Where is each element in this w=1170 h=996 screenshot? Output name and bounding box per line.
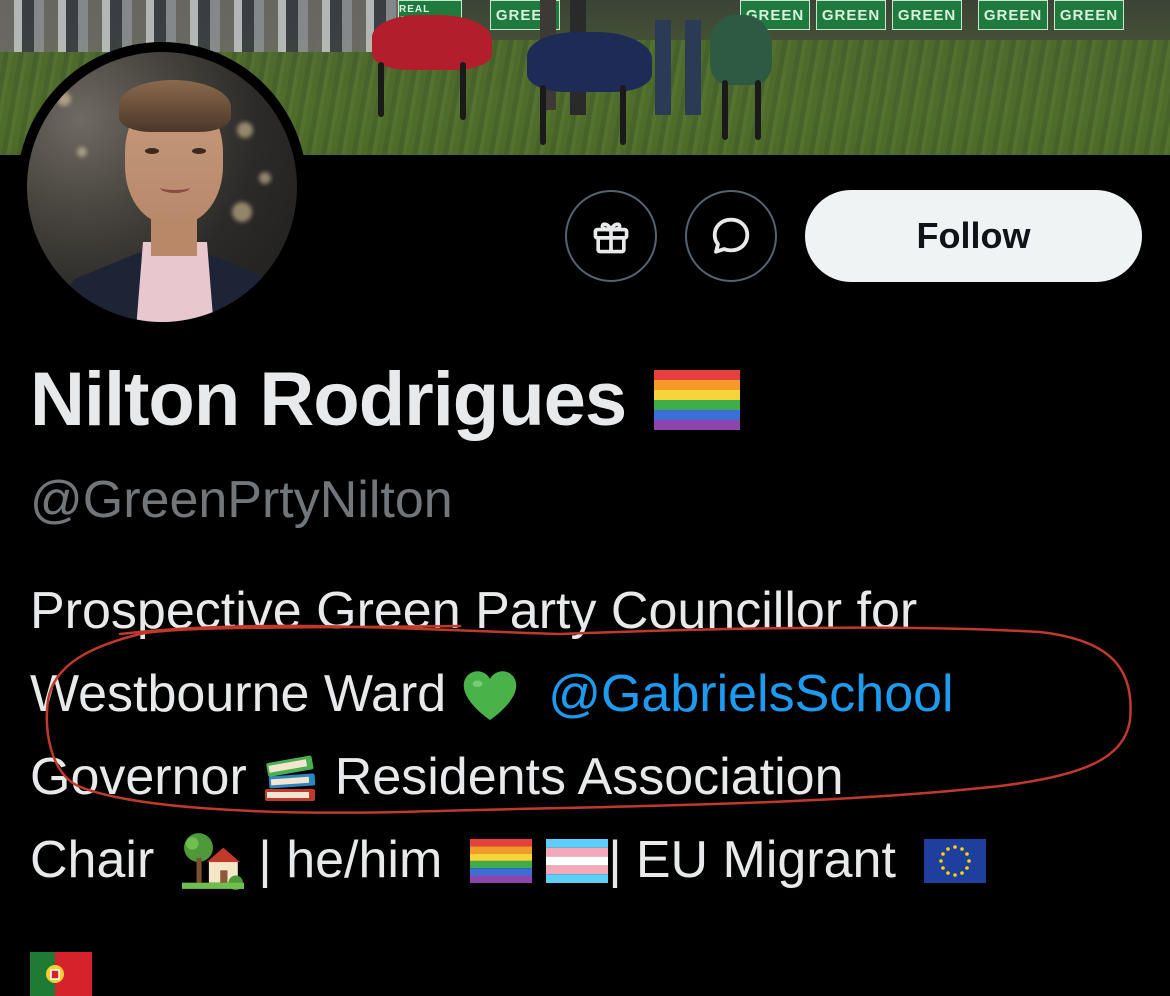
bio-line-3: Governor Residents Association <box>30 736 1150 819</box>
banner-dog-green <box>710 15 772 85</box>
bio-line-1: Prospective Green Party Councillor for <box>30 570 1150 653</box>
bio-separator: | <box>608 831 622 889</box>
rainbow-flag-icon <box>470 838 533 883</box>
profile-handle: @GreenPrtyNilton <box>30 471 453 529</box>
books-icon <box>264 755 315 801</box>
house-with-garden-icon <box>182 832 245 890</box>
bio-text: | he/him <box>258 831 443 889</box>
banner-dog-red <box>372 15 492 70</box>
eu-flag-icon <box>923 838 986 883</box>
mention-link[interactable]: @GabrielsSchool <box>548 653 953 736</box>
banner-signs-far: GREEN GREEN GREEN GREEN GREEN <box>740 0 1124 30</box>
rainbow-flag-icon <box>654 369 741 430</box>
bio-line-4: Chair | he/him | EU Migrant <box>30 819 1150 902</box>
follow-button[interactable]: Follow <box>805 190 1142 282</box>
message-button[interactable] <box>685 190 777 282</box>
profile-name-row: Nilton Rodrigues <box>30 356 741 443</box>
avatar[interactable] <box>27 52 297 322</box>
transgender-flag-icon <box>546 838 609 883</box>
message-bubble-icon <box>712 217 750 254</box>
banner-sign: GREEN <box>1054 0 1124 30</box>
bio-text: Chair <box>30 831 155 889</box>
banner-crowd <box>0 0 400 52</box>
avatar-hair <box>119 80 231 132</box>
bio-line-2: Westbourne Ward @GabrielsSchool <box>30 653 1150 736</box>
green-heart-icon <box>463 670 517 720</box>
banner-sign: GREEN <box>816 0 886 30</box>
portugal-flag-icon <box>30 951 92 996</box>
bio-text: Residents Association <box>334 748 844 806</box>
bio-text: Governor <box>30 748 247 806</box>
bio-text: Westbourne Ward <box>30 665 447 723</box>
banner-person <box>655 20 671 115</box>
gift-button[interactable] <box>565 190 657 282</box>
profile-bio: Prospective Green Party Councillor for W… <box>30 570 1150 996</box>
banner-person <box>685 20 701 115</box>
display-name: Nilton Rodrigues <box>30 357 627 442</box>
bio-text: Prospective Green Party Councillor for <box>30 582 918 640</box>
bio-line-5 <box>30 902 1150 996</box>
bio-text: EU Migrant <box>635 831 896 889</box>
gift-icon <box>593 222 629 254</box>
banner-sign: GREEN <box>892 0 962 30</box>
banner-dog-navy <box>527 32 652 92</box>
banner-sign: GREEN <box>978 0 1048 30</box>
